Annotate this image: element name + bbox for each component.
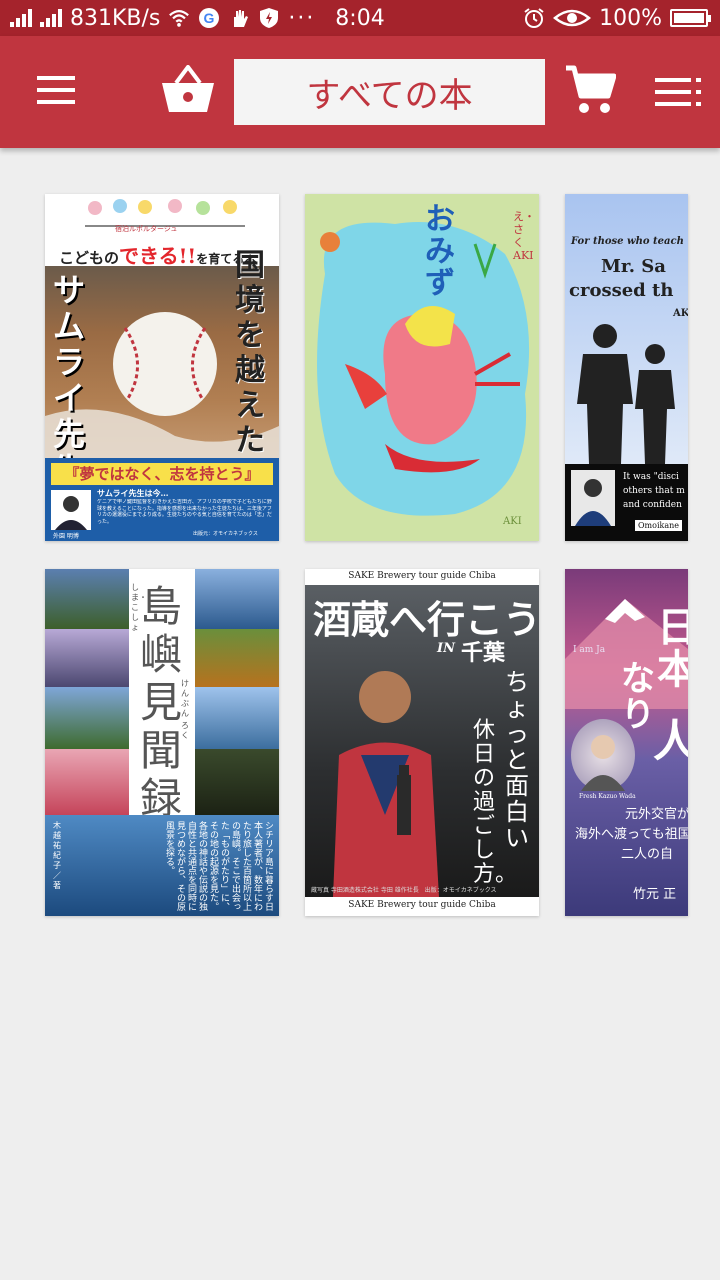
book-title: 酒蔵へ行こう <box>313 597 539 642</box>
book-reading3: ろく <box>181 721 189 740</box>
category-title[interactable]: すべての本 <box>234 59 545 125</box>
basket-icon <box>162 65 214 112</box>
author-photo <box>51 490 91 530</box>
book-title: おみず <box>425 202 455 301</box>
book-publisher: Omoikane <box>635 520 683 531</box>
alarm-icon <box>523 7 545 29</box>
book-vertical1: ちょっと面白い <box>505 668 529 852</box>
battery-percent: 100% <box>599 5 662 31</box>
book-bottom2: others that m <box>623 486 685 496</box>
book-bottom1: It was "disci <box>623 472 679 482</box>
app-bar: すべての本 <box>0 36 720 148</box>
book-tagline: 『夢ではなく、志を持とう』 <box>51 463 273 485</box>
cart-icon <box>566 65 616 113</box>
book-title-right: 国境を越えた <box>235 248 265 458</box>
wifi-icon <box>168 7 190 29</box>
book-cover[interactable]: おみず え・さく AKI AKI <box>305 194 539 541</box>
book-subtitle: え・さく AKI <box>513 210 535 262</box>
photo-caption: Fresh Kazuo Wada <box>579 793 636 800</box>
basket-button[interactable] <box>156 60 220 120</box>
sunset-photo <box>45 629 129 687</box>
shield-icon <box>258 7 280 29</box>
menu-button[interactable] <box>28 62 84 118</box>
book-cover[interactable]: 宿泊ルポルタージュ こどものできる!!を育てる本 サムライ先生 国境を越えた 『… <box>45 194 279 541</box>
author-photo <box>571 719 635 791</box>
rock-photo <box>195 687 279 749</box>
book-title-hito: 人 <box>653 716 688 767</box>
svg-text:G: G <box>204 10 215 26</box>
sea-photo <box>195 569 279 629</box>
flower-photo <box>45 749 129 815</box>
book-line2: Mr. Sa <box>601 256 666 277</box>
list-view-button[interactable] <box>650 66 706 118</box>
book-line3: 二人の自 <box>621 847 674 862</box>
book-line3: crossed th <box>569 280 674 301</box>
battery-icon <box>670 9 711 27</box>
book-series: 宿泊ルポルタージュ <box>115 225 178 233</box>
coast-photo <box>45 687 129 749</box>
book-pre: I am Ja <box>573 645 606 655</box>
book-cover[interactable]: 島嶼見聞録 しま・こしょ けんぶん ろく 木越祐紀子／著 シチリア島に暮らす日本… <box>45 569 279 916</box>
network-speed: 831KB/s <box>70 5 161 31</box>
google-icon: G <box>198 7 220 29</box>
book-publisher: 出版元：オモイカネブックス <box>193 531 258 537</box>
book-title-big: 日本 <box>657 604 688 693</box>
blurb-title: サムライ先生は今… <box>97 488 169 498</box>
silhouette-illustration <box>577 324 675 464</box>
book-cover[interactable]: For those who teach Mr. Sa crossed th AK… <box>565 194 688 541</box>
signal-icon <box>10 9 32 27</box>
author-photo <box>571 470 615 526</box>
forest-photo <box>195 749 279 815</box>
island-photo <box>45 569 129 629</box>
book-line1: 元外交官が <box>625 807 688 822</box>
more-notifications: ··· <box>288 5 316 31</box>
signal-icon-2 <box>40 9 62 27</box>
book-cover[interactable]: I am Ja 日本 なり 人 Fresh Kazuo Wada 元外交官が 海… <box>565 569 688 916</box>
frog-illustration <box>317 222 530 516</box>
hand-icon <box>228 7 250 29</box>
book-author: 木越祐紀子／著 <box>53 821 61 890</box>
book-bottom-caption: SAKE Brewery tour guide Chiba <box>348 900 496 910</box>
book-line1: For those who teach <box>571 236 684 247</box>
book-top-caption: SAKE Brewery tour guide Chiba <box>348 571 496 581</box>
book-reading1: しま・こしょ <box>131 583 147 632</box>
eye-icon <box>553 7 592 29</box>
cart-button[interactable] <box>560 60 620 120</box>
book-line2: 海外へ渡っても祖国 <box>575 827 688 842</box>
book-sub-in: IN <box>437 641 455 656</box>
list-icon <box>655 78 701 106</box>
book-cover[interactable]: SAKE Brewery tour guide Chiba 酒蔵へ行こう IN … <box>305 569 539 916</box>
book-heading: こどものできる!!を育てる本 <box>59 244 257 268</box>
book-credits: 蔵写真 寺田酒造株式会社 寺田 雄作社長 出版：オモイカネブックス <box>311 887 497 894</box>
dates-photo <box>195 629 279 687</box>
book-title-left: サムライ先生 <box>53 271 86 488</box>
hamburger-icon <box>37 76 75 104</box>
book-author: 竹元 正 <box>633 887 677 902</box>
status-bar: 831KB/s G ··· 8:04 100% <box>0 0 720 36</box>
book-signature: AKI <box>503 516 522 527</box>
book-bottom3: and confiden <box>623 500 682 510</box>
book-sub-place: 千葉 <box>461 640 506 666</box>
book-reading2: けんぶん <box>181 679 189 718</box>
book-grid: 宿泊ルポルタージュ こどものできる!!を育てる本 サムライ先生 国境を越えた 『… <box>0 148 720 1280</box>
book-blurb: シチリア島に暮らす日本人著者が、数年にわたり旅した百箇所以上の島嶼。そこで出会っ… <box>164 821 273 911</box>
book-blurb: ケニアで甲ノ鍵田監督をおきかえた吉田ガ、アフリカの学校で子どもたちに野球を教える… <box>97 499 272 525</box>
book-vertical2: 休日の過ごし方。 <box>473 718 518 887</box>
book-author: 外園 明博 <box>53 533 79 540</box>
